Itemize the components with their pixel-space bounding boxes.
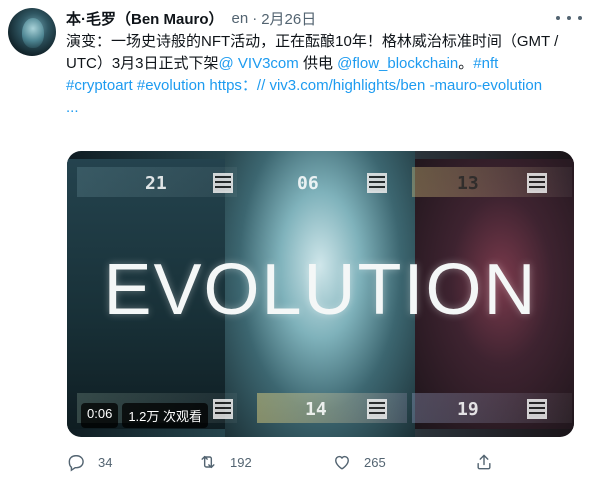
qr-code-icon <box>527 173 547 193</box>
mention-flow-blockchain-link[interactable]: @flow_blockchain <box>337 55 458 72</box>
video-player[interactable]: 21 06 13 14 19 EVOLUTION 0:06 1.2万 次观看 <box>67 151 574 437</box>
card-number: 13 <box>457 173 479 194</box>
tweet-line-1: 演变：一场史诗般的NFT活动，正在酝酿10年！格林威治标准时间（GMT / <box>66 33 559 50</box>
qr-code-icon <box>213 399 233 419</box>
qr-code-icon <box>213 173 233 193</box>
qr-code-icon <box>367 173 387 193</box>
tweet-ellipsis[interactable]: ... <box>66 97 586 119</box>
video-duration-badge: 0:06 <box>81 403 119 428</box>
card-number: 19 <box>457 399 479 420</box>
video-title-overlay: EVOLUTION <box>103 250 538 330</box>
card-strip <box>412 167 572 197</box>
tweet-actions: 34 192 265 <box>66 450 506 474</box>
share-icon <box>477 454 491 470</box>
avatar-image <box>22 18 44 48</box>
share-button[interactable] <box>474 450 494 474</box>
like-count: 265 <box>364 454 386 470</box>
tweet-header: 本·毛罗（Ben Mauro） en · 2月26日 <box>66 8 316 28</box>
reply-icon <box>68 455 84 472</box>
separator: · <box>252 9 258 27</box>
more-icon[interactable] <box>556 10 582 26</box>
retweet-button[interactable]: 192 <box>198 450 252 474</box>
hashtag-nft-link[interactable]: #nft <box>473 55 498 72</box>
author-name[interactable]: 本·毛罗（Ben Mauro） <box>66 8 224 29</box>
heart-icon <box>335 455 349 470</box>
card-strip <box>412 393 572 423</box>
video-badges: 0:06 1.2万 次观看 <box>81 403 208 428</box>
card-number: 06 <box>297 173 319 194</box>
reply-count: 34 <box>98 454 113 470</box>
like-button[interactable]: 265 <box>332 450 386 474</box>
avatar[interactable] <box>8 8 56 56</box>
video-views-badge: 1.2万 次观看 <box>122 403 208 428</box>
qr-code-icon <box>367 399 387 419</box>
tweet-text-segment: UTC）3月3日正式下架 <box>66 55 219 72</box>
tweet-text: 演变：一场史诗般的NFT活动，正在酝酿10年！格林威治标准时间（GMT / UT… <box>66 31 586 119</box>
tweet-line-2: UTC）3月3日正式下架@ VIV3com 供电 @flow_blockchai… <box>66 53 586 75</box>
card-number: 14 <box>305 399 327 420</box>
author-meta: en <box>231 9 249 27</box>
retweet-count: 192 <box>230 454 252 470</box>
tweet-text-segment: 供电 <box>298 55 338 72</box>
qr-code-icon <box>527 399 547 419</box>
tweet-date[interactable]: 2月26日 <box>261 8 316 29</box>
card-number: 21 <box>145 173 167 194</box>
retweet-icon <box>201 455 215 469</box>
tweet[interactable]: 本·毛罗（Ben Mauro） en · 2月26日 演变：一场史诗般的NFT活… <box>0 0 597 487</box>
tweet-line-3-links[interactable]: #cryptoart #evolution https：// viv3.com/… <box>66 75 586 97</box>
mention-viv3com-link[interactable]: @ VIV3com <box>219 55 299 72</box>
tweet-text-segment: 。 <box>458 55 474 72</box>
reply-button[interactable]: 34 <box>66 450 112 474</box>
